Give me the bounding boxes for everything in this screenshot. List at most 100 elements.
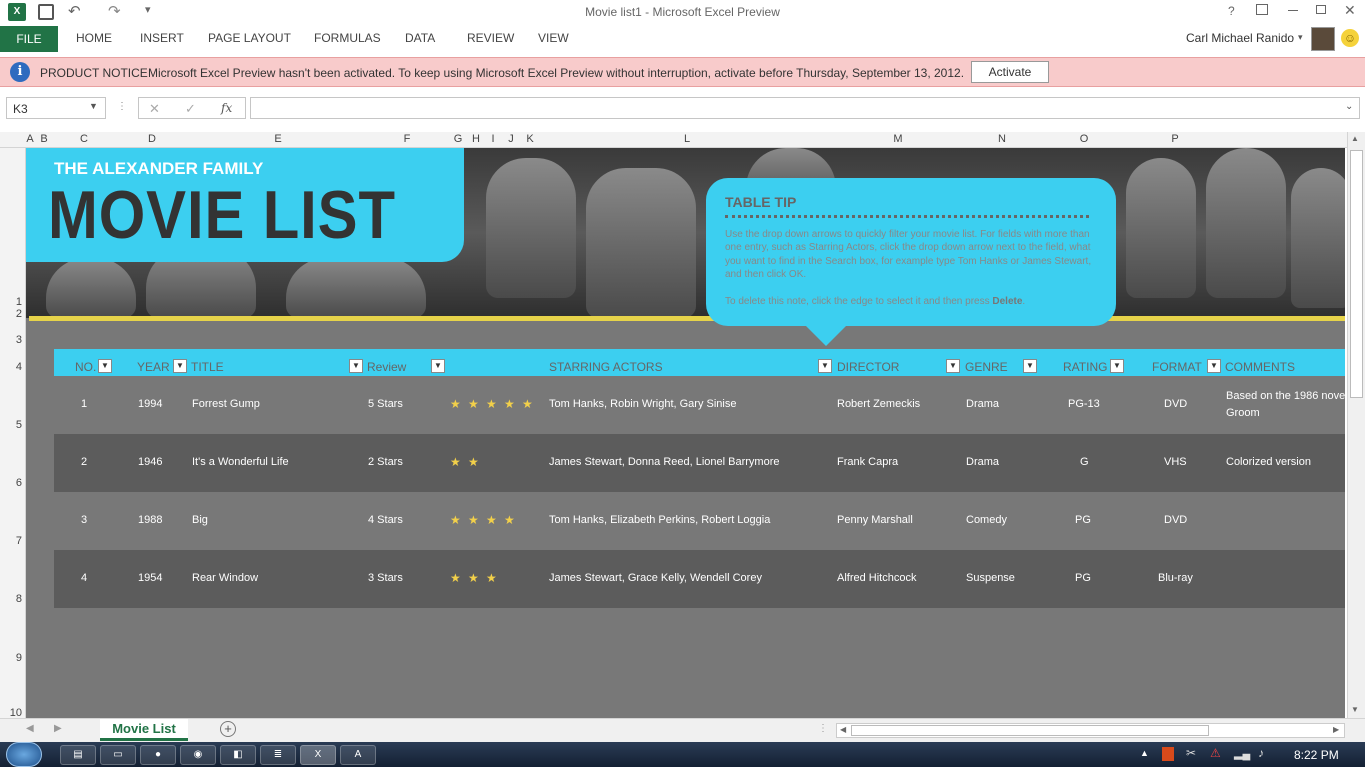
cell-director[interactable]: Alfred Hitchcock [837,572,916,584]
close-icon[interactable]: ✕ [1344,2,1356,19]
show-hidden-icons-icon[interactable]: ▲ [1140,748,1149,758]
avatar[interactable] [1311,27,1335,51]
cell-actors[interactable]: Tom Hanks, Elizabeth Perkins, Robert Log… [549,514,770,526]
cell-title[interactable]: It's a Wonderful Life [192,456,289,468]
cell-genre[interactable]: Comedy [966,514,1007,526]
name-box-chevron-icon[interactable]: ▼ [89,101,98,111]
row-header-4[interactable]: 4 [0,361,22,373]
row-header-1[interactable]: 1 [0,296,22,308]
cell-genre[interactable]: Drama [966,398,999,410]
cell-genre[interactable]: Drama [966,456,999,468]
cell-year[interactable]: 1988 [138,514,162,526]
office-icon[interactable]: ◧ [220,745,256,765]
filter-dropdown-actors-icon[interactable]: ▼ [818,359,832,373]
column-header-c[interactable]: C [54,133,114,145]
cell-no[interactable]: 2 [81,456,87,468]
volume-icon[interactable]: ♪ [1258,746,1264,760]
scroll-left-icon[interactable]: ◀ [840,725,846,734]
cell-genre[interactable]: Suspense [966,572,1015,584]
cell-comments[interactable]: Colorized version [1226,456,1311,468]
scroll-up-icon[interactable]: ▲ [1351,134,1359,143]
tab-data[interactable]: DATA [405,31,435,45]
tab-page-layout[interactable]: PAGE LAYOUT [208,31,291,45]
network-signal-icon[interactable]: ▂▄ [1234,747,1250,760]
row-header-2[interactable]: 2 [0,308,22,320]
smiley-feedback-icon[interactable]: ☺ [1341,29,1359,47]
table-row[interactable]: 1 1994 Forrest Gump 5 Stars ★ ★ ★ ★ ★ Tom Ha… [54,376,1345,434]
cell-director[interactable]: Robert Zemeckis [837,398,920,410]
help-button[interactable]: ? [1228,4,1235,18]
cell-director[interactable]: Penny Marshall [837,514,913,526]
filter-dropdown-title-icon[interactable]: ▼ [349,359,363,373]
vertical-scroll-thumb[interactable] [1350,150,1363,398]
add-sheet-icon[interactable]: + [220,721,236,737]
cell-no[interactable]: 4 [81,572,87,584]
column-header-a[interactable]: A [26,133,34,145]
cell-comments-line2[interactable]: Groom [1226,407,1260,419]
notepad-icon[interactable]: ≣ [260,745,296,765]
cell-comments[interactable]: Based on the 1986 nove [1226,390,1345,402]
next-sheet-icon[interactable]: ▶ [54,723,62,734]
cell-review[interactable]: 3 Stars [368,572,403,584]
horizontal-scroll-thumb[interactable] [851,725,1209,736]
column-header-j[interactable]: J [502,133,520,145]
minimize-icon[interactable] [1288,10,1298,11]
user-menu-chevron-icon[interactable]: ▾ [1298,32,1303,43]
cell-format[interactable]: Blu-ray [1158,572,1193,584]
cell-format[interactable]: DVD [1164,514,1187,526]
filter-dropdown-no-icon[interactable]: ▼ [98,359,112,373]
horizontal-scrollbar[interactable]: ◀ ▶ [836,723,1345,738]
cell-no[interactable]: 1 [81,398,87,410]
office-tray-icon[interactable] [1162,747,1174,761]
column-header-e[interactable]: E [190,133,366,145]
column-header-i[interactable]: I [484,133,502,145]
row-header-3[interactable]: 3 [0,334,22,346]
table-row[interactable]: 2 1946 It's a Wonderful Life 2 Stars ★ ★ … [54,434,1345,492]
table-tip-note[interactable]: TABLE TIP Use the drop down arrows to qu… [706,178,1116,326]
cell-review[interactable]: 2 Stars [368,456,403,468]
vertical-scrollbar[interactable]: ▲ ▼ [1347,132,1365,718]
column-header-n[interactable]: N [962,133,1042,145]
tab-insert[interactable]: INSERT [140,31,184,45]
table-row[interactable]: 3 1988 Big 4 Stars ★ ★ ★ ★ Tom Hanks, Eliza… [54,492,1345,550]
restore-icon[interactable] [1316,5,1326,14]
explorer-icon[interactable]: ▤ [60,745,96,765]
security-tray-icon[interactable]: ⚠ [1210,746,1221,760]
filter-dropdown-genre-icon[interactable]: ▼ [1023,359,1037,373]
row-header-6[interactable]: 6 [0,477,22,489]
cell-rating[interactable]: PG [1075,572,1091,584]
excel-taskbar-icon[interactable]: X [300,745,336,765]
tab-home[interactable]: HOME [76,31,112,45]
chrome-icon[interactable]: ◉ [180,745,216,765]
cell-actors[interactable]: Tom Hanks, Robin Wright, Gary Sinise [549,398,736,410]
cell-title[interactable]: Forrest Gump [192,398,260,410]
cell-rating[interactable]: G [1080,456,1089,468]
cell-review[interactable]: 5 Stars [368,398,403,410]
title-box[interactable]: THE ALEXANDER FAMILY MOVIE LIST [26,148,464,262]
filter-dropdown-format-icon[interactable]: ▼ [1207,359,1221,373]
tab-formulas[interactable]: FORMULAS [314,31,381,45]
scroll-down-icon[interactable]: ▼ [1351,705,1359,714]
row-header-7[interactable]: 7 [0,535,22,547]
tab-file[interactable]: FILE [0,26,58,52]
column-header-m[interactable]: M [834,133,962,145]
media-player-icon[interactable]: ● [140,745,176,765]
formula-input[interactable]: ⌄ [250,97,1360,119]
activate-button[interactable]: Activate [971,61,1049,83]
row-header-9[interactable]: 9 [0,652,22,664]
start-button[interactable] [6,742,42,767]
scroll-right-icon[interactable]: ▶ [1333,725,1339,734]
cell-director[interactable]: Frank Capra [837,456,898,468]
taskbar-clock[interactable]: 8:22 PM [1294,748,1339,762]
filter-dropdown-review-icon[interactable]: ▼ [431,359,445,373]
column-header-f[interactable]: F [366,133,448,145]
column-header-h[interactable]: H [468,133,484,145]
name-box[interactable]: K3 [13,102,28,116]
worksheet-grid[interactable]: THE ALEXANDER FAMILY MOVIE LIST TABLE TI… [26,148,1345,718]
row-header-5[interactable]: 5 [0,419,22,431]
table-row[interactable]: 4 1954 Rear Window 3 Stars ★ ★ ★ James Ste… [54,550,1345,608]
access-icon[interactable]: A [340,745,376,765]
column-header-k[interactable]: K [520,133,540,145]
tab-view[interactable]: VIEW [538,31,569,45]
filter-dropdown-rating-icon[interactable]: ▼ [1110,359,1124,373]
